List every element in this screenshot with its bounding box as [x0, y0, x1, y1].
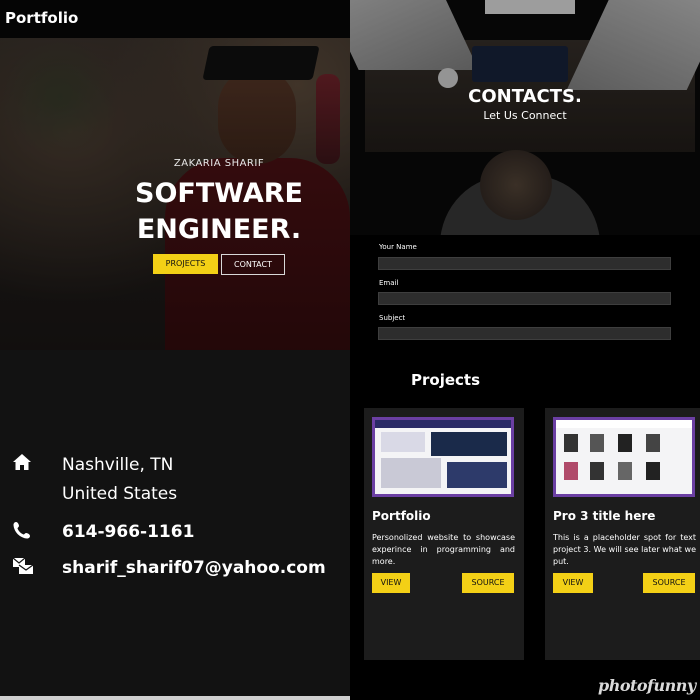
- address-city: Nashville, TN: [62, 455, 174, 475]
- subject-field[interactable]: [378, 327, 671, 340]
- contact-button[interactable]: CONTACT: [221, 254, 285, 275]
- thumbnail-product: [590, 434, 604, 452]
- phone-icon: [12, 520, 32, 540]
- source-button[interactable]: SOURCE: [643, 573, 695, 593]
- subject-label: Subject: [379, 314, 406, 322]
- mail-icon: [12, 556, 34, 576]
- thumbnail-product: [646, 434, 660, 452]
- hero-title-line2: ENGINEER.: [136, 214, 302, 245]
- thumbnail-block: [431, 432, 507, 456]
- name-field[interactable]: [378, 257, 671, 270]
- hero-title-line1: SOFTWARE: [135, 178, 303, 209]
- thumbnail-product: [618, 434, 632, 452]
- thumbnail-screen: [556, 420, 692, 494]
- contacts-subtitle: Let Us Connect: [483, 109, 567, 122]
- email-label: Email: [379, 279, 399, 287]
- contacts-hero-image: CONTACTS. Let Us Connect: [350, 0, 700, 235]
- right-panel: CONTACTS. Let Us Connect Your Name Email…: [350, 0, 700, 700]
- contact-info-section: Nashville, TN United States 614-966-1161…: [0, 350, 350, 696]
- thumbnail-block: [381, 458, 441, 488]
- project-description: This is a placeholder spot for text proj…: [553, 533, 696, 566]
- watermark: photofunny: [598, 676, 696, 695]
- left-panel: Portfolio ZAKARIA SHARIF SOFTWARE ENGINE…: [0, 0, 350, 700]
- email-field[interactable]: [378, 292, 671, 305]
- view-button[interactable]: VIEW: [553, 573, 593, 593]
- thumbnail-product: [618, 462, 632, 480]
- project-thumbnail: [553, 417, 695, 497]
- bottom-divider: [0, 696, 350, 700]
- project-title: Pro 3 title here: [553, 509, 656, 523]
- brand-logo[interactable]: Portfolio: [5, 9, 78, 27]
- projects-button[interactable]: PROJECTS: [153, 254, 218, 274]
- thumbnail-product: [590, 462, 604, 480]
- thumbnail-product: [646, 462, 660, 480]
- address-country: United States: [62, 484, 178, 504]
- thumbnail-header: [556, 420, 692, 428]
- email-address[interactable]: sharif_sharif07@yahoo.com: [62, 558, 326, 578]
- thumbnail-block: [381, 432, 425, 452]
- navbar: Portfolio: [0, 0, 350, 38]
- home-icon: [12, 453, 32, 473]
- projects-title: Projects: [411, 371, 481, 389]
- view-button[interactable]: VIEW: [372, 573, 410, 593]
- hero-title: SOFTWARE ENGINEER.: [0, 176, 350, 248]
- hero-name: ZAKARIA SHARIF: [173, 158, 265, 169]
- thumbnail-product: [564, 462, 578, 480]
- phone-number[interactable]: 614-966-1161: [62, 522, 194, 542]
- project-card: Portfolio Personolized website to showca…: [364, 408, 524, 660]
- project-description: Personolized website to showcase experin…: [372, 533, 515, 566]
- project-title: Portfolio: [372, 509, 431, 523]
- project-card: Pro 3 title here This is a placeholder s…: [545, 408, 700, 660]
- thumbnail-block: [447, 462, 507, 488]
- hero-section: ZAKARIA SHARIF SOFTWARE ENGINEER. PROJEC…: [0, 38, 350, 350]
- source-button[interactable]: SOURCE: [462, 573, 514, 593]
- thumbnail-header: [375, 420, 511, 428]
- contacts-title: CONTACTS.: [468, 86, 582, 107]
- thumbnail-product: [564, 434, 578, 452]
- project-thumbnail: [372, 417, 514, 497]
- name-label: Your Name: [379, 243, 417, 251]
- thumbnail-screen: [375, 420, 511, 494]
